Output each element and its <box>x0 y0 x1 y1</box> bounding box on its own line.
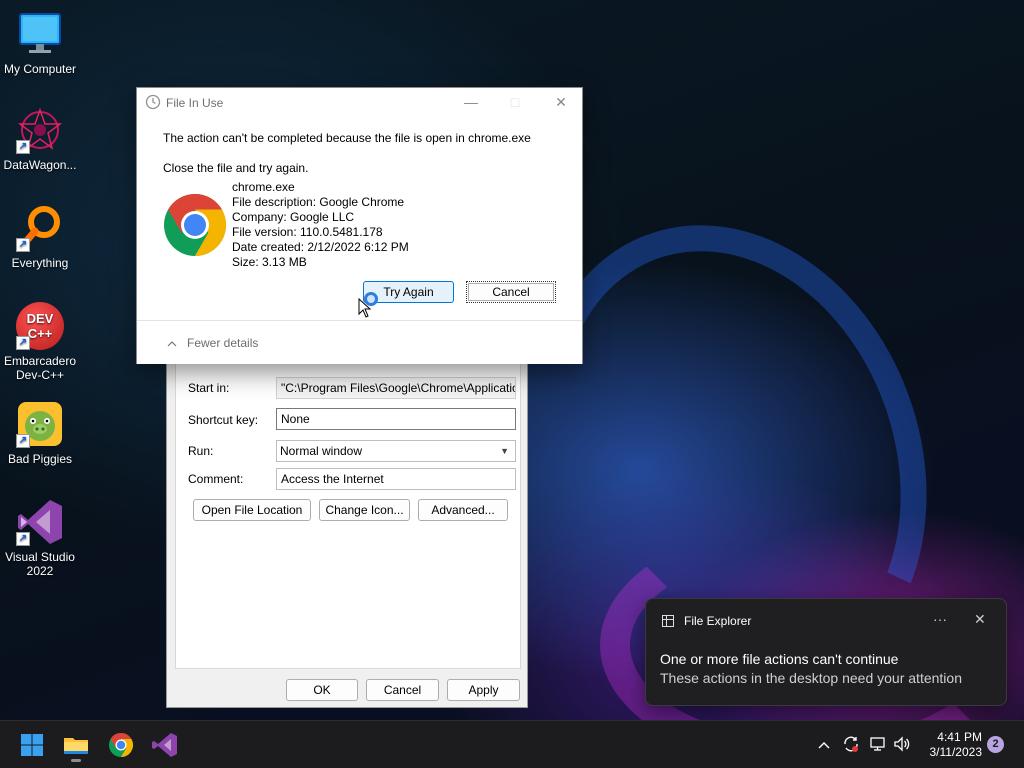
start-in-field[interactable]: "C:\Program Files\Google\Chrome\Applicat… <box>276 377 516 399</box>
dialog-title-bar: File In Use — □ ✕ <box>137 88 582 116</box>
close-icon: ✕ <box>555 94 567 110</box>
chevron-up-tray-icon[interactable] <box>818 737 830 752</box>
properties-tab-panel: Start in: "C:\Program Files\Google\Chrom… <box>175 361 521 669</box>
clock-icon <box>145 94 161 113</box>
shortcut-key-field[interactable]: None <box>276 408 516 430</box>
shortcut-key-label: Shortcut key: <box>188 413 259 427</box>
volume-icon[interactable] <box>893 735 911 756</box>
datawagon-icon: ↗ <box>16 106 64 154</box>
devcpp-icon: DEV C++ ↗ <box>16 302 64 350</box>
desktop-icon-label: Everything <box>11 256 69 270</box>
dialog-message: The action can't be completed because th… <box>163 131 531 145</box>
folder-icon <box>64 738 88 754</box>
desktop-icon-datawagon[interactable]: ↗ DataWagon... <box>0 106 80 172</box>
shortcut-arrow-icon: ↗ <box>16 336 30 350</box>
shortcut-arrow-icon: ↗ <box>16 434 30 448</box>
more-options-icon[interactable]: ··· <box>933 611 947 627</box>
chevron-down-icon: ▼ <box>500 446 509 456</box>
file-explorer-notification[interactable]: File Explorer ··· ✕ One or more file act… <box>645 598 1007 706</box>
run-select-value: Normal window <box>280 444 363 458</box>
run-label: Run: <box>188 444 214 458</box>
toast-body: These actions in the desktop need your a… <box>660 670 962 686</box>
minimize-button[interactable]: — <box>453 92 489 114</box>
visual-studio-taskbar-icon <box>152 733 177 757</box>
visual-studio-icon: ↗ <box>16 498 64 546</box>
clock-time: 4:41 PM <box>937 730 982 744</box>
desktop-icon-label: Bad Piggies <box>7 452 73 466</box>
dialog-footer: Fewer details <box>137 320 582 364</box>
fewer-details-toggle[interactable]: Fewer details <box>167 336 258 350</box>
monitor-icon <box>16 10 64 58</box>
clock[interactable]: 4:41 PM 3/11/2023 <box>918 730 983 760</box>
file-info: chrome.exe File description: Google Chro… <box>232 180 409 270</box>
chevron-up-icon <box>167 336 177 350</box>
ok-button[interactable]: OK <box>286 679 358 701</box>
chrome-icon <box>163 193 227 257</box>
file-description: File description: Google Chrome <box>232 195 405 209</box>
windows-logo-icon <box>21 734 43 756</box>
sync-icon[interactable] <box>842 735 860 756</box>
toast-app-name: File Explorer <box>684 614 752 628</box>
file-in-use-dialog: File In Use — □ ✕ The action can't be co… <box>136 87 583 364</box>
run-select[interactable]: Normal window ▼ <box>276 440 516 462</box>
advanced-button[interactable]: Advanced... <box>418 499 508 521</box>
desktop-icon-label: DataWagon... <box>3 158 77 172</box>
shortcut-properties-window: Start in: "C:\Program Files\Google\Chrom… <box>166 360 528 708</box>
taskbar: 4:41 PM 3/11/2023 2 <box>0 720 1024 768</box>
magnifier-icon: ↗ <box>16 204 64 252</box>
toast-close-icon[interactable]: ✕ <box>974 611 986 628</box>
mouse-pointer-icon <box>358 297 372 321</box>
chrome-taskbar-icon <box>109 733 134 757</box>
file-explorer-icon <box>662 615 674 630</box>
shortcut-arrow-icon: ↗ <box>16 140 30 154</box>
file-name: chrome.exe <box>232 180 295 194</box>
minimize-icon: — <box>464 94 478 110</box>
comment-field[interactable]: Access the Internet <box>276 468 516 490</box>
taskbar-visual-studio[interactable] <box>149 729 181 761</box>
taskbar-chrome[interactable] <box>105 729 137 761</box>
start-in-label: Start in: <box>188 381 230 395</box>
desktop-icon-label: My Computer <box>3 62 77 76</box>
desktop-icon-label: Embarcadero Dev-C++ <box>3 354 77 382</box>
cancel-button[interactable]: Cancel <box>366 679 439 701</box>
maximize-icon: □ <box>510 94 520 110</box>
toast-heading: One or more file actions can't continue <box>660 651 899 667</box>
fewer-details-label: Fewer details <box>187 336 259 350</box>
open-file-location-button[interactable]: Open File Location <box>193 499 311 521</box>
desktop-icon-everything[interactable]: ↗ Everything <box>0 204 80 270</box>
clock-date: 3/11/2023 <box>929 745 983 759</box>
desktop-icon-bad-piggies[interactable]: ↗ Bad Piggies <box>0 400 80 466</box>
file-company: Company: Google LLC <box>232 210 355 224</box>
desktop-icon-devcpp[interactable]: DEV C++ ↗ Embarcadero Dev-C++ <box>0 302 80 382</box>
network-icon[interactable] <box>869 735 887 756</box>
close-button[interactable]: ✕ <box>543 92 579 114</box>
dialog-cancel-button[interactable]: Cancel <box>466 281 556 303</box>
start-button[interactable] <box>16 729 48 761</box>
desktop-icon-visual-studio[interactable]: ↗ Visual Studio 2022 <box>0 498 80 578</box>
taskbar-file-explorer[interactable] <box>60 729 92 762</box>
change-icon-button[interactable]: Change Icon... <box>319 499 410 521</box>
bad-piggies-icon: ↗ <box>16 400 64 448</box>
shortcut-arrow-icon: ↗ <box>16 238 30 252</box>
desktop-icon-label: Visual Studio 2022 <box>5 550 75 578</box>
dialog-instruction: Close the file and try again. <box>163 161 309 175</box>
shortcut-arrow-icon: ↗ <box>16 532 30 546</box>
maximize-button[interactable]: □ <box>497 92 533 114</box>
apply-button[interactable]: Apply <box>447 679 520 701</box>
running-indicator <box>71 759 81 762</box>
dialog-title: File In Use <box>166 96 224 110</box>
comment-label: Comment: <box>188 472 244 486</box>
file-date-created: Date created: 2/12/2022 6:12 PM <box>232 240 409 254</box>
file-version: File version: 110.0.5481.178 <box>232 225 383 239</box>
notification-badge[interactable]: 2 <box>987 736 1004 753</box>
desktop-icon-my-computer[interactable]: My Computer <box>0 10 80 76</box>
file-size: Size: 3.13 MB <box>232 255 307 269</box>
